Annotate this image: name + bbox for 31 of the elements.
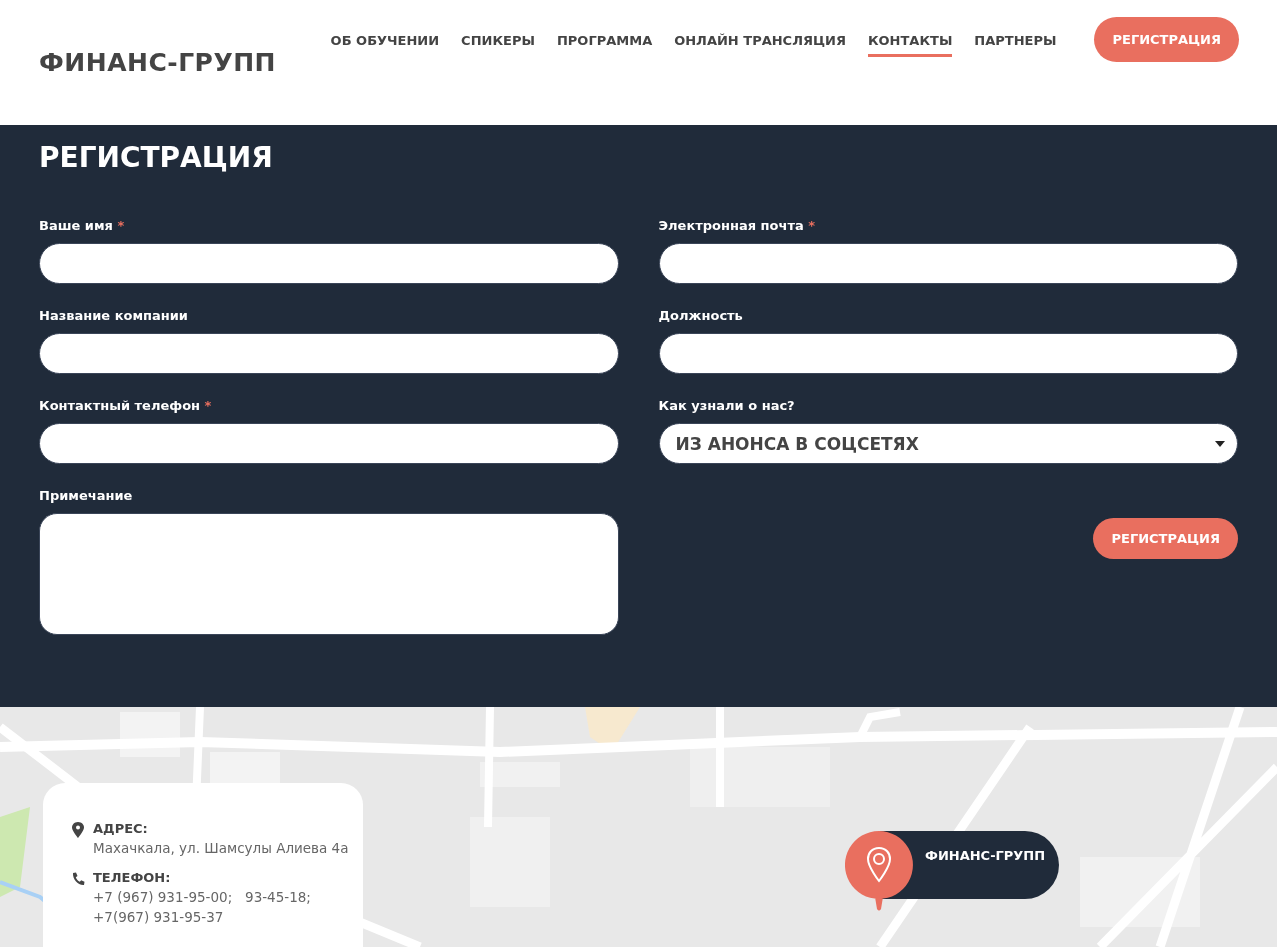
field-label: Электронная почта * xyxy=(658,218,817,233)
caret-icon xyxy=(1215,440,1225,447)
location-pin-icon xyxy=(71,822,85,838)
phone-number: +7(967) 931-95-37 xyxy=(93,909,225,925)
field-label: Ваше имя * xyxy=(39,218,126,233)
text-field[interactable] xyxy=(658,243,1238,284)
phone-number: +7 (967) 931-95-00; 93-45-18; xyxy=(93,889,311,905)
dropdown-field[interactable]: ИЗ АНОНСА В СОЦСЕТЯХ xyxy=(658,423,1238,464)
nav-link[interactable]: ПРОГРАММА xyxy=(556,33,653,57)
map-marker-icon[interactable] xyxy=(845,831,913,911)
site-logo[interactable]: ФИНАНС-ГРУПП xyxy=(39,48,276,77)
field-label: Название компании xyxy=(39,308,189,323)
nav-link[interactable]: КОНТАКТЫ xyxy=(867,33,953,57)
phone-icon xyxy=(71,871,85,887)
nav-link[interactable]: ПАРТНЕРЫ xyxy=(974,33,1057,57)
phone-label: ТЕЛЕФОН: xyxy=(93,870,172,885)
text-field[interactable] xyxy=(39,333,619,374)
field-label: Примечание xyxy=(39,488,134,503)
section-title: РЕГИСТРАЦИЯ xyxy=(39,141,274,174)
address-text: Махачкала, ул. Шамсулы Алиева 4а xyxy=(93,840,349,856)
field-label: Как узнали о нас? xyxy=(658,398,796,413)
nav-link[interactable]: ОБ ОБУЧЕНИИ xyxy=(330,33,440,57)
text-field[interactable] xyxy=(658,333,1238,374)
address-label: АДРЕС: xyxy=(93,821,149,836)
field-label: Должность xyxy=(658,308,744,323)
nav-link[interactable]: СПИКЕРЫ xyxy=(461,33,535,57)
field-label: Контактный телефон * xyxy=(39,398,213,413)
nav-link[interactable]: ОНЛАЙН ТРАНСЛЯЦИЯ xyxy=(674,33,846,57)
text-field[interactable] xyxy=(39,243,619,284)
text-field[interactable] xyxy=(39,423,619,464)
text-area[interactable] xyxy=(39,513,619,635)
